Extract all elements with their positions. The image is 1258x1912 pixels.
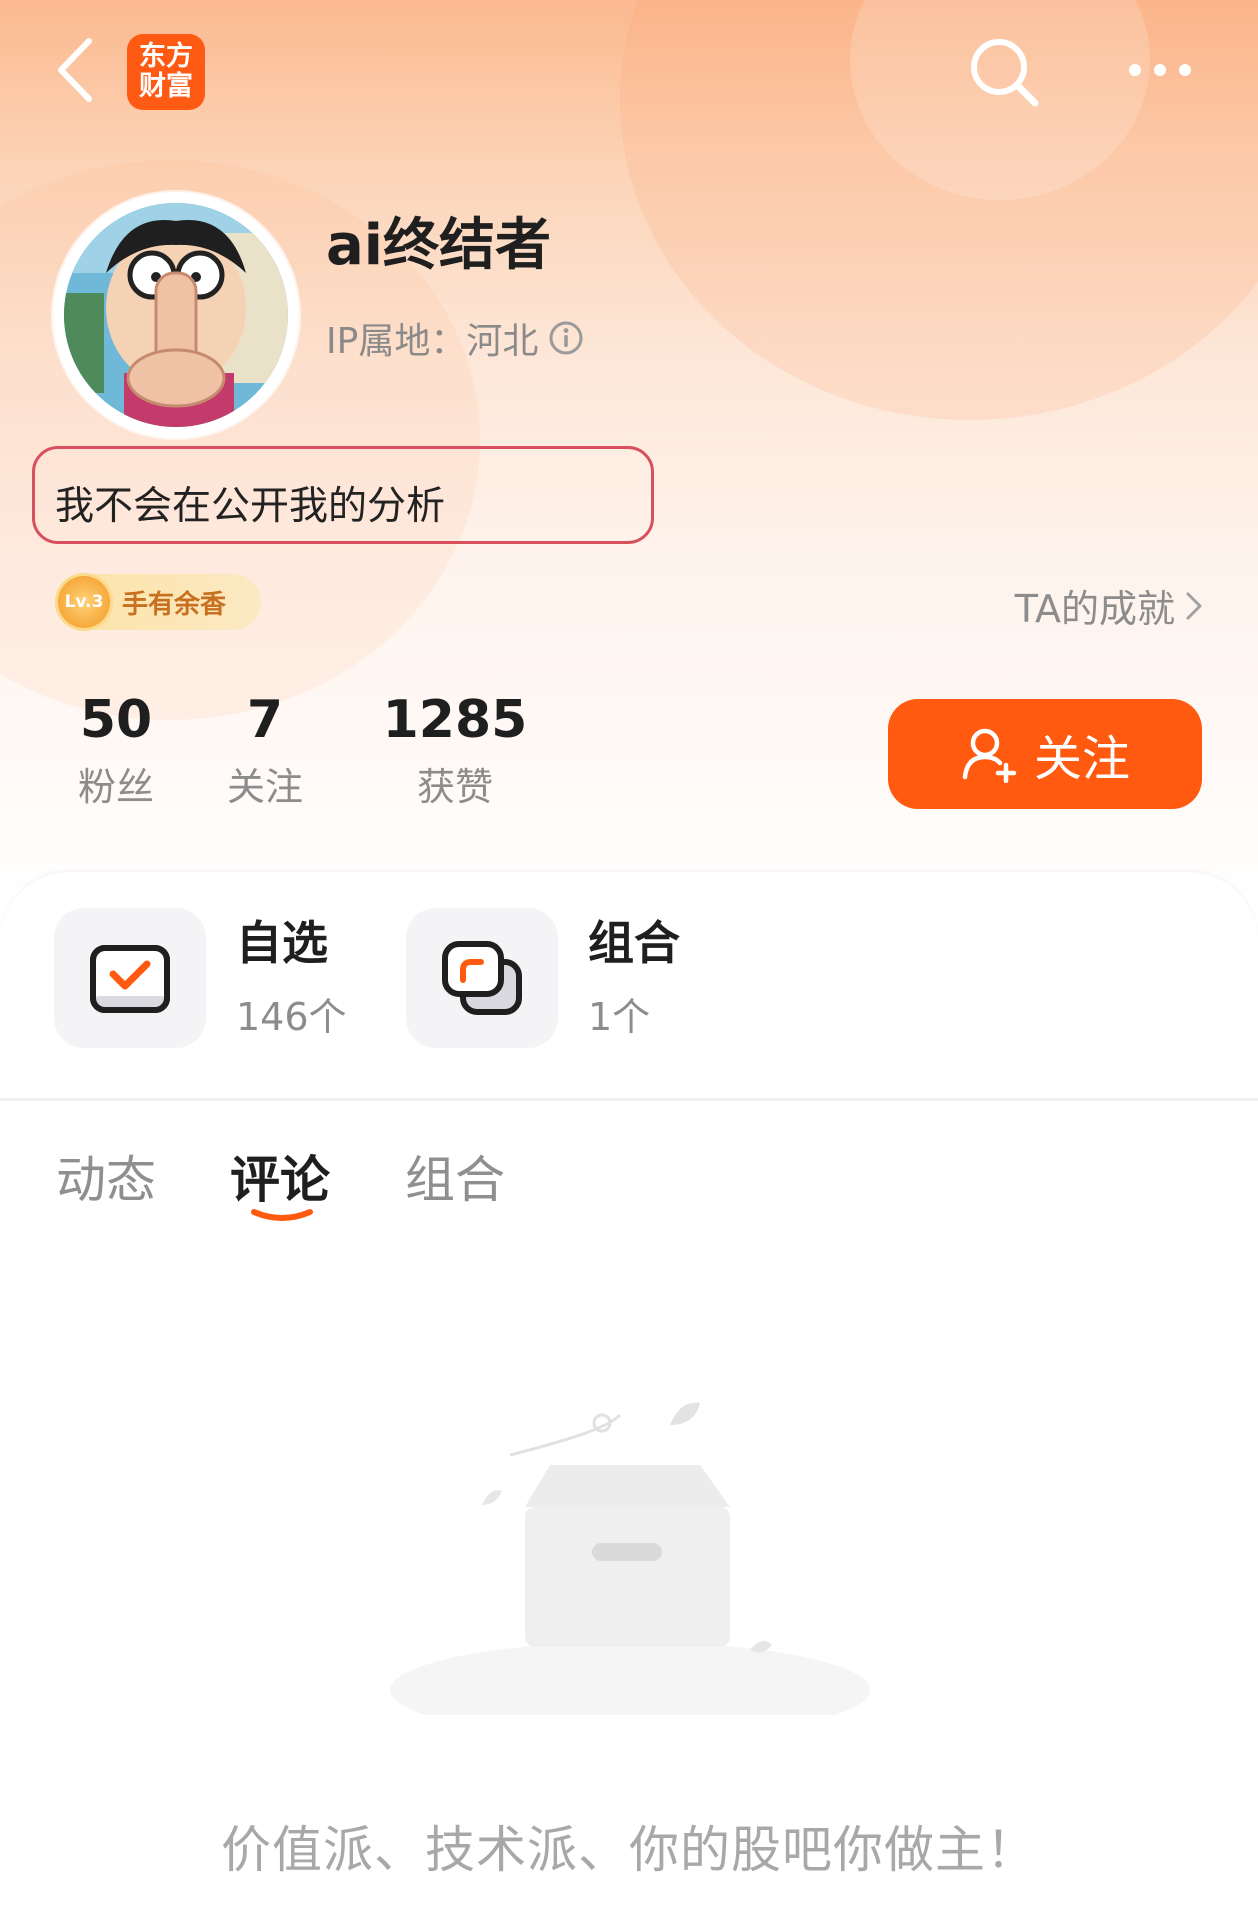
divider <box>0 1098 1258 1101</box>
bio-text: 我不会在公开我的分析 <box>32 446 654 544</box>
more-button[interactable] <box>1115 40 1205 100</box>
avatar[interactable] <box>53 192 299 438</box>
search-button[interactable] <box>960 28 1050 118</box>
stat-value: 1285 <box>382 690 528 750</box>
avatar-cartoon-icon <box>64 203 288 427</box>
stat-following[interactable]: 7 关注 <box>215 690 315 811</box>
tab-dynamics[interactable]: 动态 <box>56 1140 156 1212</box>
stat-label: 关注 <box>226 765 303 809</box>
stat-label: 获赞 <box>416 765 493 809</box>
follow-button-label: 关注 <box>1033 731 1130 787</box>
follow-button[interactable]: 关注 <box>888 699 1202 809</box>
stat-value: 50 <box>79 690 153 750</box>
chevron-left-icon <box>58 38 92 102</box>
stat-label: 粉丝 <box>77 765 154 809</box>
logo-text: 财富 <box>139 71 193 102</box>
portfolio-title: 组合 <box>588 916 680 970</box>
chevron-right-icon <box>1186 592 1202 619</box>
app-logo: 东方 财富 <box>127 34 205 110</box>
tab-portfolio[interactable]: 组合 <box>405 1140 505 1212</box>
empty-state-message: 价值派、技术派、你的股吧你做主！ <box>221 1821 1037 1879</box>
portfolio-count: 1个 <box>588 995 651 1039</box>
empty-box-icon <box>390 1402 870 1715</box>
achievements-label: TA的成就 <box>1014 587 1175 631</box>
tab-comments[interactable]: 评论 <box>230 1140 330 1212</box>
username: ai终结者 <box>326 213 551 278</box>
achievements-link[interactable]: TA的成就 <box>1015 578 1203 633</box>
portfolio-icon <box>442 941 522 1015</box>
active-tab-indicator <box>251 1209 313 1221</box>
level-badge-icon: Lv.3 <box>58 576 110 628</box>
add-user-icon <box>962 728 1017 783</box>
back-button[interactable] <box>40 30 110 110</box>
watchlist-count: 146个 <box>236 995 347 1039</box>
logo-text: 东方 <box>139 41 193 72</box>
watchlist-title: 自选 <box>236 916 328 970</box>
stat-likes[interactable]: 1285 获赞 <box>380 690 530 811</box>
level-badge[interactable]: Lv.3 手有余香 <box>56 574 261 630</box>
portfolio-entry[interactable]: 组合 1个 <box>406 908 680 1048</box>
badge-title: 手有余香 <box>122 589 227 620</box>
ip-location: IP属地：河北 <box>326 312 584 364</box>
search-icon <box>971 39 1039 107</box>
watchlist-icon-box <box>54 908 206 1048</box>
info-icon[interactable] <box>548 320 584 356</box>
stat-value: 7 <box>246 690 284 750</box>
more-dots-icon <box>1129 64 1191 76</box>
watchlist-entry[interactable]: 自选 146个 <box>54 908 347 1048</box>
stat-fans[interactable]: 50 粉丝 <box>54 690 178 811</box>
watchlist-check-icon <box>90 945 170 1013</box>
ip-location-text: IP属地：河北 <box>326 321 539 362</box>
portfolio-icon-box <box>406 908 558 1048</box>
